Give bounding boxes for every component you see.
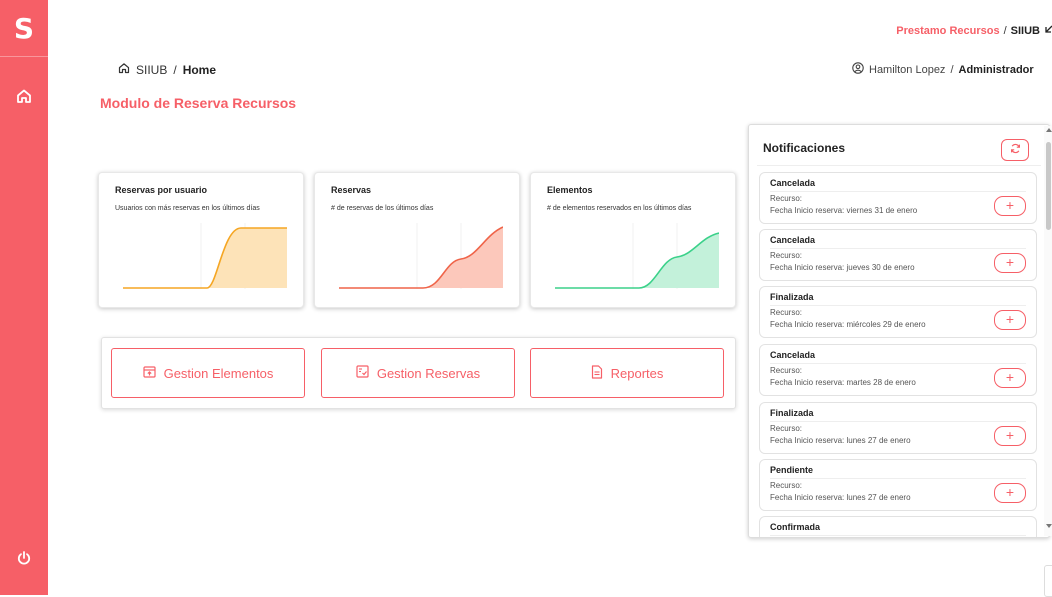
user-info[interactable]: Hamilton Lopez / Administrador: [852, 62, 1034, 77]
card-reservas: Reservas # de reservas de los últimos dí…: [314, 172, 520, 308]
notification-item: Cancelada Recurso: Fecha Inicio reserva:…: [759, 172, 1037, 224]
divider: [770, 478, 1026, 479]
add-button[interactable]: +: [994, 310, 1026, 330]
card-title: Reservas: [331, 185, 372, 195]
home-icon[interactable]: [12, 84, 36, 108]
document-icon: [591, 364, 603, 382]
notification-recurso: Recurso:: [770, 308, 803, 317]
notification-recurso: Recurso:: [770, 194, 803, 203]
notification-item: Cancelada Recurso: Fecha Inicio reserva:…: [759, 229, 1037, 281]
sparkline-area: [339, 227, 503, 288]
module-link[interactable]: Prestamo Recursos: [896, 25, 999, 37]
user-role: Administrador: [958, 63, 1034, 76]
refresh-icon: [1010, 141, 1021, 159]
checklist-icon: [356, 365, 369, 381]
floating-widget[interactable]: [1044, 565, 1052, 597]
breadcrumb-root[interactable]: SIIUB: [136, 63, 167, 77]
reportes-button[interactable]: Reportes: [530, 348, 724, 398]
notification-recurso: Recurso:: [770, 366, 803, 375]
notifications-panel[interactable]: Notificaciones Cancelada Recurso: Fecha …: [748, 124, 1050, 538]
user-name: Hamilton Lopez: [869, 63, 946, 76]
scrollbar-thumb[interactable]: [1046, 142, 1051, 230]
card-subtitle: Usuarios con más reservas en los últimos…: [115, 205, 260, 212]
card-subtitle: # de reservas de los últimos días: [331, 205, 434, 212]
gestion-reservas-button[interactable]: Gestion Reservas: [321, 348, 515, 398]
add-button[interactable]: +: [994, 253, 1026, 273]
sidebar: S: [0, 0, 48, 595]
user-avatar-icon: [852, 62, 864, 77]
notification-status: Confirmada: [770, 522, 821, 532]
notification-fecha: Fecha Inicio reserva: miércoles 29 de en…: [770, 320, 926, 329]
notification-status: Cancelada: [770, 350, 816, 360]
notification-fecha: Fecha Inicio reserva: lunes 27 de enero: [770, 436, 911, 445]
box-upload-icon: [142, 365, 156, 381]
user-separator: /: [950, 63, 954, 76]
notifications-title: Notificaciones: [763, 141, 846, 155]
breadcrumb: SIIUB / Home: [118, 62, 216, 77]
add-button[interactable]: +: [994, 483, 1026, 503]
divider: [770, 248, 1026, 249]
card-reservas-por-usuario: Reservas por usuario Usuarios con más re…: [98, 172, 304, 308]
notification-status: Finalizada: [770, 292, 814, 302]
add-button[interactable]: +: [994, 196, 1026, 216]
power-icon[interactable]: [12, 546, 36, 570]
button-label: Reportes: [610, 365, 664, 381]
notification-item: Finalizada Recurso: Fecha Inicio reserva…: [759, 286, 1037, 338]
scroll-down-icon[interactable]: [1046, 524, 1052, 528]
notification-status: Cancelada: [770, 235, 816, 245]
notification-recurso: Recurso:: [770, 251, 803, 260]
divider: [770, 305, 1026, 306]
card-elementos: Elementos # de elementos reservados en l…: [530, 172, 736, 308]
refresh-button[interactable]: [1001, 139, 1029, 161]
scroll-up-icon[interactable]: [1046, 128, 1052, 132]
button-label: Gestion Elementos: [163, 365, 274, 381]
notification-fecha: Fecha Inicio reserva: viernes 31 de ener…: [770, 206, 918, 215]
notification-status: Finalizada: [770, 408, 814, 418]
external-link-icon[interactable]: [1044, 24, 1052, 37]
actions-panel: Gestion Elementos Gestion Reservas Repor…: [101, 337, 736, 409]
divider: [770, 535, 1026, 536]
add-button[interactable]: +: [994, 368, 1026, 388]
card-title: Elementos: [547, 185, 593, 195]
divider: [770, 421, 1026, 422]
notification-fecha: Fecha Inicio reserva: lunes 27 de enero: [770, 493, 911, 502]
divider: [770, 191, 1026, 192]
logo-letter: S: [13, 11, 35, 45]
divider: [770, 363, 1026, 364]
notification-recurso: Recurso:: [770, 481, 803, 490]
app-logo[interactable]: S: [0, 0, 48, 57]
notification-item: Confirmada: [759, 516, 1037, 537]
notification-fecha: Fecha Inicio reserva: jueves 30 de enero: [770, 263, 915, 272]
sparkline-chart: [555, 223, 719, 289]
notification-recurso: Recurso:: [770, 424, 803, 433]
sparkline-chart: [339, 223, 503, 289]
breadcrumb-current: Home: [182, 62, 217, 77]
app-name: SIIUB: [1010, 24, 1040, 37]
gestion-elementos-button[interactable]: Gestion Elementos: [111, 348, 305, 398]
notification-status: Pendiente: [770, 465, 814, 475]
sparkline-chart: [123, 223, 287, 289]
card-title: Reservas por usuario: [115, 185, 208, 195]
notification-status: Cancelada: [770, 178, 816, 188]
module-separator: /: [1003, 24, 1007, 37]
notification-item: Pendiente Recurso: Fecha Inicio reserva:…: [759, 459, 1037, 511]
add-button[interactable]: +: [994, 426, 1026, 446]
page-title: Modulo de Reserva Recursos: [100, 95, 297, 111]
notification-item: Finalizada Recurso: Fecha Inicio reserva…: [759, 402, 1037, 454]
card-subtitle: # de elementos reservados en los últimos…: [547, 205, 692, 212]
sparkline-area: [555, 233, 719, 288]
notification-item: Cancelada Recurso: Fecha Inicio reserva:…: [759, 344, 1037, 396]
module-header: Prestamo Recursos / SIIUB: [896, 24, 1052, 37]
notification-fecha: Fecha Inicio reserva: martes 28 de enero: [770, 378, 916, 387]
divider: [757, 165, 1041, 166]
button-label: Gestion Reservas: [376, 365, 481, 381]
breadcrumb-separator: /: [173, 62, 177, 77]
sparkline-area: [123, 228, 287, 288]
home-icon[interactable]: [118, 62, 130, 77]
